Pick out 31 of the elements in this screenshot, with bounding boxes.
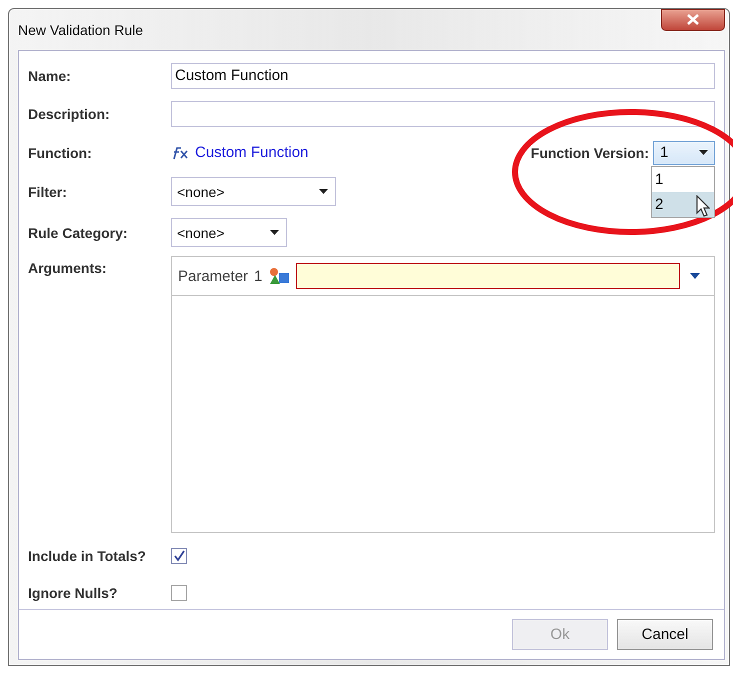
- checkbox-label: Ignore Nulls?: [28, 585, 118, 601]
- parameter-label: Parameter: [178, 268, 248, 284]
- name-field[interactable]: Custom Function: [171, 62, 715, 88]
- field-label: Filter:: [28, 184, 68, 200]
- cancel-button[interactable]: Cancel: [617, 619, 713, 650]
- caret-icon: [270, 230, 279, 235]
- field-label: Name:: [28, 68, 72, 84]
- description-field[interactable]: [171, 100, 715, 126]
- parameter-field[interactable]: [296, 263, 680, 289]
- version-dropdown[interactable]: 1: [653, 140, 715, 164]
- field-label: Description:: [28, 106, 111, 122]
- checkbox[interactable]: [171, 585, 187, 601]
- field-label: Function Version:: [530, 144, 649, 160]
- checkbox-label: Include in Totals?: [28, 548, 147, 564]
- parameter-index: 1: [254, 268, 262, 284]
- caret-icon: [319, 189, 328, 194]
- filter-dropdown[interactable]: <none>: [171, 177, 336, 206]
- field-label: Arguments:: [28, 259, 108, 276]
- checkbox[interactable]: [171, 548, 187, 564]
- field-label: Function:: [28, 144, 93, 160]
- function-link[interactable]: Custom Function: [195, 144, 308, 161]
- caret-icon: [699, 150, 708, 155]
- checkmark-icon: [173, 550, 185, 562]
- window-title: New Validation Rule: [18, 22, 144, 38]
- shapes-icon: [268, 267, 290, 285]
- close-button[interactable]: [661, 8, 725, 30]
- function-icon: [171, 146, 189, 160]
- caret-icon[interactable]: [690, 273, 700, 279]
- close-icon: [687, 14, 699, 25]
- field-label: Rule Category:: [28, 224, 129, 240]
- category-dropdown[interactable]: <none>: [171, 218, 287, 247]
